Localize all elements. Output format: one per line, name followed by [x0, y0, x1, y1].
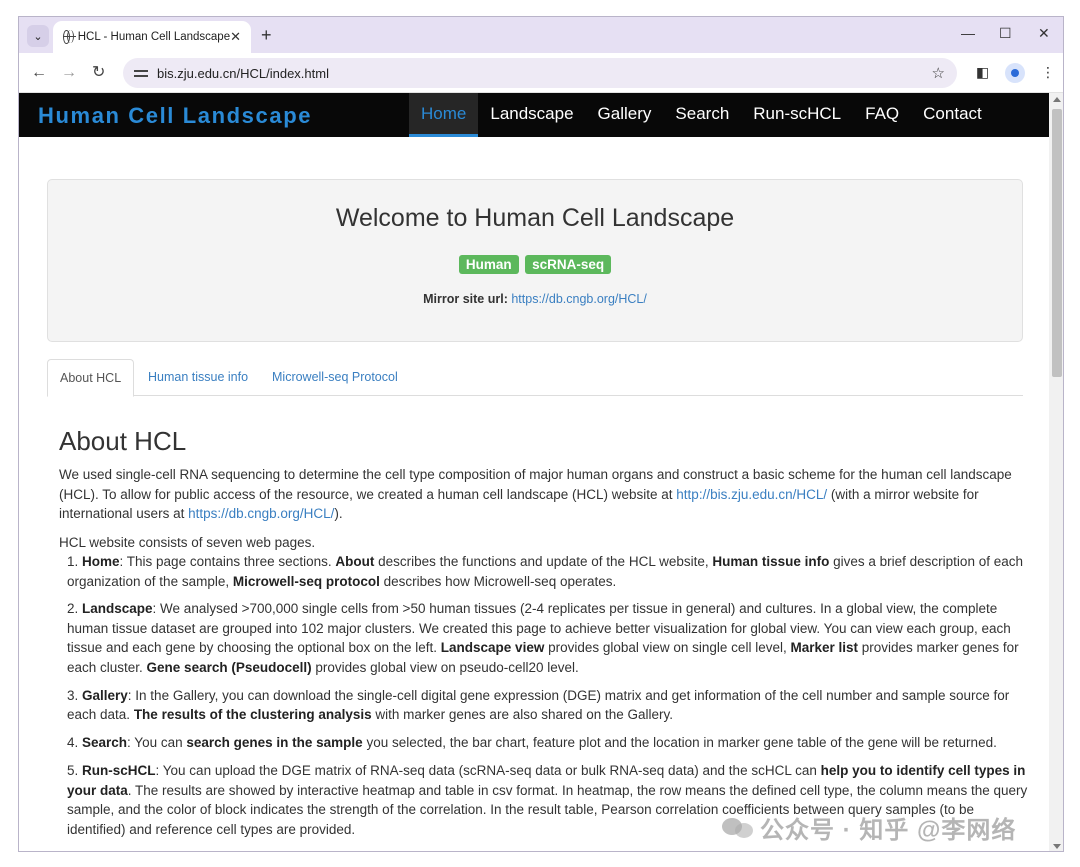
side-panel-icon[interactable]: ◧: [976, 64, 989, 81]
mirror-site-link[interactable]: https://db.cngb.org/HCL/: [188, 506, 334, 521]
text: : You can upload the DGE matrix of RNA-s…: [155, 763, 821, 778]
tab-search-chevron-icon[interactable]: ⌄: [27, 25, 49, 47]
tab-about-hcl[interactable]: About HCL: [47, 359, 135, 397]
nav-faq[interactable]: FAQ: [853, 93, 911, 137]
about-heading: About HCL: [59, 426, 187, 456]
site-brand[interactable]: Human Cell Landscape: [38, 103, 312, 129]
maximize-icon[interactable]: ☐: [999, 25, 1012, 42]
list-item-gallery: 3. Gallery: In the Gallery, you can down…: [59, 686, 1029, 725]
bookmark-star-icon[interactable]: ☆: [932, 64, 945, 82]
scroll-up-icon[interactable]: [1053, 97, 1061, 102]
text: ).: [334, 506, 343, 521]
pages-intro: HCL website consists of seven web pages.…: [59, 533, 1029, 592]
list-item-landscape: 2. Landscape: We analysed >700,000 singl…: [59, 599, 1029, 677]
badge-scrna-seq: scRNA-seq: [525, 255, 612, 274]
site-navbar: Human Cell Landscape Home Landscape Gall…: [19, 93, 1049, 137]
text: with marker genes are also shared on the…: [371, 707, 674, 722]
text: Run-scHCL: [82, 763, 156, 778]
window-close-icon[interactable]: ✕: [1038, 25, 1050, 42]
menu-kebab-icon[interactable]: ⋮: [1041, 64, 1055, 81]
globe-icon: [63, 30, 76, 44]
scroll-down-icon[interactable]: [1053, 844, 1061, 849]
address-bar[interactable]: bis.zju.edu.cn/HCL/index.html ☆: [123, 58, 957, 88]
tab-strip: ⌄ HCL - Human Cell Landscape ✕ + — ☐ ✕: [19, 17, 1063, 53]
text: 3.: [67, 687, 83, 703]
nav-run-schcl[interactable]: Run-scHCL: [741, 93, 853, 137]
list-item-home: 1. Home: This page contains three sectio…: [59, 552, 1029, 591]
text: Marker list: [790, 640, 859, 655]
text: provides global view on single cell leve…: [544, 640, 791, 655]
text: Home: [82, 554, 120, 569]
content-tabs: About HCL Human tissue info Microwell-se…: [47, 359, 1023, 397]
text: : This page contains three sections.: [119, 554, 336, 569]
minimize-icon[interactable]: —: [961, 25, 975, 41]
watermark: 公众号 · 知乎 @李网络: [722, 810, 1016, 845]
text: search genes in the sample: [186, 735, 363, 750]
page-viewport: Human Cell Landscape Home Landscape Gall…: [19, 93, 1049, 851]
about-section: About HCL We used single-cell RNA sequen…: [59, 426, 1029, 848]
site-settings-icon[interactable]: [134, 67, 148, 79]
text: Microwell-seq protocol: [232, 573, 380, 589]
close-icon[interactable]: ✕: [230, 29, 241, 45]
scrollbar-thumb[interactable]: [1052, 109, 1062, 377]
mirror-line: Mirror site url: https://db.cngb.org/HCL…: [48, 292, 1022, 306]
browser-toolbar: ← → ↻ bis.zju.edu.cn/HCL/index.html ☆ ◧ …: [19, 53, 1063, 93]
text: Gene search (Pseudocell): [146, 659, 312, 675]
mirror-label: Mirror site url:: [423, 292, 508, 306]
nav-home[interactable]: Home: [409, 93, 479, 137]
nav-landscape[interactable]: Landscape: [478, 93, 585, 137]
text: you selected, the bar chart, feature plo…: [362, 735, 997, 750]
new-tab-icon[interactable]: +: [261, 25, 272, 45]
wechat-logo-icon: [722, 816, 754, 840]
profile-avatar-icon[interactable]: [1005, 63, 1025, 83]
nav-gallery[interactable]: Gallery: [586, 93, 664, 137]
text: describes the functions and update of th…: [374, 554, 713, 569]
watermark-text: 公众号 · 知乎 @李网络: [760, 817, 1017, 844]
page-title: Welcome to Human Cell Landscape: [335, 204, 735, 232]
text: 5.: [67, 763, 83, 778]
text: Human tissue info: [712, 554, 830, 569]
badge-human: Human: [458, 255, 519, 274]
browser-window: ⌄ HCL - Human Cell Landscape ✕ + — ☐ ✕ ←…: [18, 16, 1064, 852]
text: provides global view on pseudo-cell20 le…: [311, 659, 579, 675]
intro-text: HCL website consists of seven web pages.: [59, 534, 316, 550]
text: Search: [82, 735, 128, 750]
page-scrollbar[interactable]: [1049, 93, 1063, 851]
browser-tab[interactable]: HCL - Human Cell Landscape ✕: [53, 21, 251, 53]
reload-icon[interactable]: ↻: [92, 63, 105, 83]
text: 4.: [67, 735, 83, 750]
url-text[interactable]: bis.zju.edu.cn/HCL/index.html: [157, 66, 932, 81]
text: Landscape view: [440, 640, 545, 655]
tab-microwell-seq-protocol[interactable]: Microwell-seq Protocol: [272, 359, 398, 396]
tab-title: HCL - Human Cell Landscape: [77, 31, 231, 43]
welcome-panel: Welcome to Human Cell Landscape Human sc…: [47, 179, 1023, 342]
text: Landscape: [82, 601, 153, 616]
text: The results of the clustering analysis: [133, 707, 372, 722]
back-arrow-icon[interactable]: ←: [31, 63, 47, 83]
tab-human-tissue-info[interactable]: Human tissue info: [148, 359, 248, 396]
site-menu: Home Landscape Gallery Search Run-scHCL …: [409, 93, 994, 137]
about-paragraph: We used single-cell RNA sequencing to de…: [59, 465, 1029, 524]
text: Gallery: [82, 687, 128, 703]
hcl-site-link[interactable]: http://bis.zju.edu.cn/HCL/: [676, 487, 827, 502]
list-item-search: 4. Search: You can search genes in the s…: [59, 733, 1029, 753]
text: About: [335, 554, 375, 569]
badge-group: Human scRNA-seq: [48, 255, 1022, 274]
text: : You can: [127, 735, 187, 750]
text: 2.: [67, 601, 83, 616]
text: 1.: [67, 554, 83, 569]
forward-arrow-icon[interactable]: →: [61, 63, 77, 83]
text: describes how Microwell-seq operates.: [379, 573, 617, 589]
mirror-link[interactable]: https://db.cngb.org/HCL/: [511, 292, 647, 306]
nav-contact[interactable]: Contact: [911, 93, 994, 137]
nav-search[interactable]: Search: [663, 93, 741, 137]
